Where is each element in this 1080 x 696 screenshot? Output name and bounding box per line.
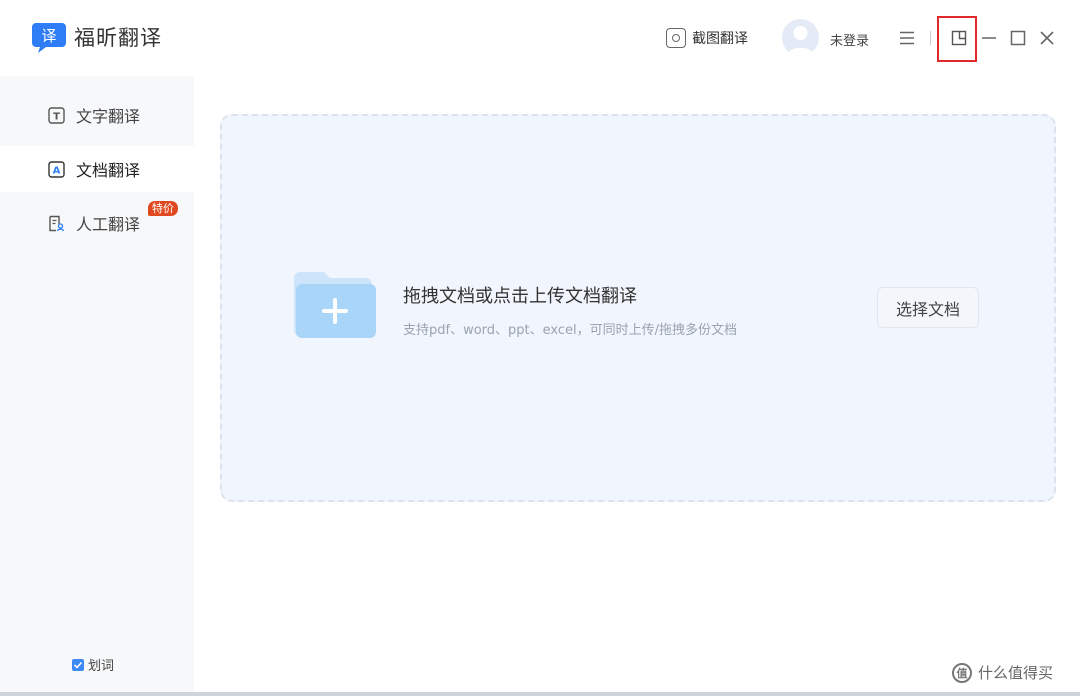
sidebar-item-label: 文字翻译	[76, 107, 141, 126]
svg-text:A: A	[53, 165, 61, 176]
sidebar-item-document-translate[interactable]: A 文档翻译	[0, 146, 194, 192]
document-translate-icon: A	[48, 160, 65, 178]
checkbox-checked-icon[interactable]	[72, 658, 84, 671]
app-title: 福昕翻译	[74, 26, 162, 50]
choose-document-button[interactable]: 选择文档	[877, 287, 979, 328]
screenshot-translate-label: 截图翻译	[692, 31, 748, 47]
camera-icon	[666, 28, 686, 48]
app-logo-glyph: 译	[41, 27, 56, 45]
avatar-icon[interactable]	[782, 19, 819, 56]
sidebar: T 文字翻译 A 文档翻译 人工翻译 特价	[0, 76, 194, 696]
human-translate-icon	[49, 215, 65, 231]
app-logo-icon: 译	[32, 23, 66, 53]
sidebar-item-label: 人工翻译	[76, 215, 141, 234]
folder-add-icon	[294, 272, 376, 338]
dropzone-subtitle: 支持pdf、word、ppt、excel，可同时上传/拖拽多份文档	[403, 323, 738, 338]
bottom-border	[0, 692, 1080, 696]
menu-icon[interactable]	[895, 26, 919, 50]
close-icon[interactable]	[1035, 26, 1059, 50]
minimize-icon[interactable]	[977, 26, 1001, 50]
special-price-badge: 特价	[148, 201, 178, 216]
sidebar-item-human-translate[interactable]: 人工翻译 特价	[0, 200, 194, 246]
watermark-text: 什么值得买	[978, 664, 1054, 682]
huaci-toggle[interactable]: 划词	[72, 655, 114, 674]
watermark-logo-icon: 值	[952, 662, 972, 683]
sidebar-item-label: 文档翻译	[76, 161, 141, 180]
sidebar-item-text-translate[interactable]: T 文字翻译	[0, 92, 194, 138]
title-bar: 译 福昕翻译 截图翻译 未登录	[0, 0, 1080, 76]
dropzone-title: 拖拽文档或点击上传文档翻译	[403, 286, 637, 307]
highlight-box	[937, 16, 977, 62]
svg-text:T: T	[53, 111, 60, 122]
watermark: 值 什么值得买	[952, 662, 1053, 683]
login-status[interactable]: 未登录	[830, 30, 869, 49]
divider	[930, 31, 931, 45]
text-translate-icon: T	[48, 106, 65, 124]
huaci-label: 划词	[88, 659, 115, 674]
maximize-icon[interactable]	[1006, 26, 1030, 50]
screenshot-translate-button[interactable]: 截图翻译	[666, 26, 748, 50]
